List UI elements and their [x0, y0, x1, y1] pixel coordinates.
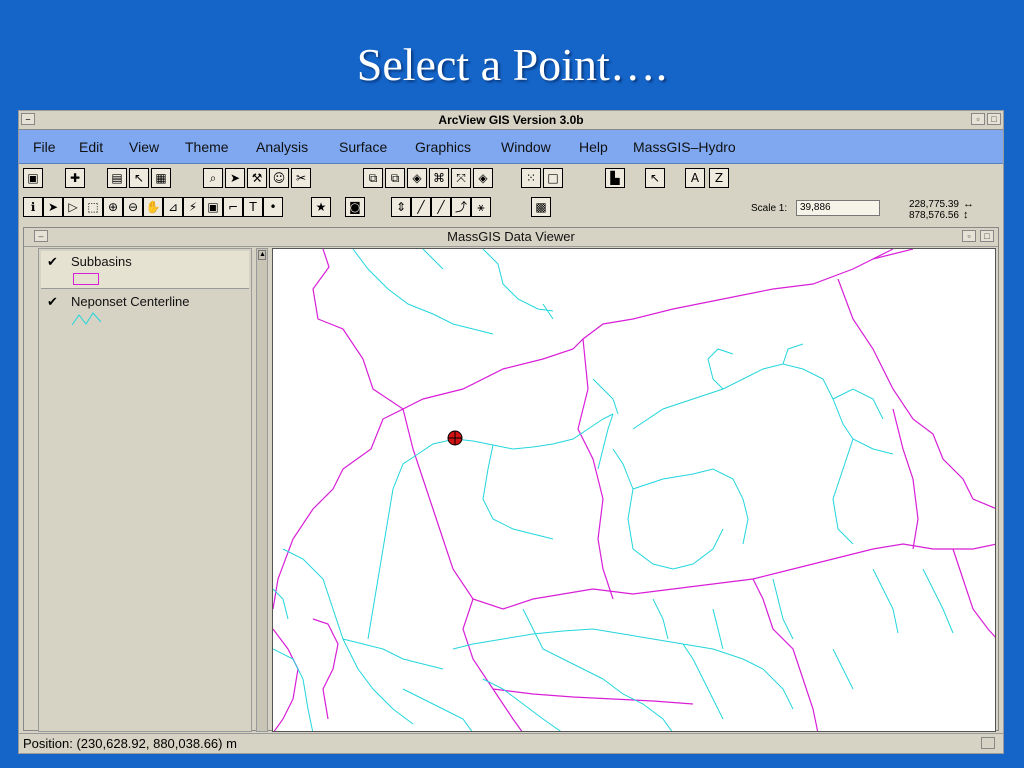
view-menu-button[interactable]: – [34, 230, 48, 242]
layer-neponset-centerline[interactable]: ✔ Neponset Centerline [41, 291, 249, 329]
menu-view[interactable]: View [129, 139, 159, 155]
checkmark-icon[interactable]: ✔ [47, 254, 58, 270]
window-titlebar: ArcView GIS Version 3.0b – ▫ □ [19, 111, 1003, 130]
view-title: MassGIS Data Viewer [447, 229, 575, 244]
position-readout: Position: (230,628.92, 880,038.66) m [23, 736, 237, 751]
draw-line-icon[interactable]: ╱ [411, 197, 431, 217]
view-window: MassGIS Data Viewer – ▫ □ ✔ Subbasins ✔ … [23, 227, 999, 732]
minimize-button[interactable]: ▫ [971, 113, 985, 125]
locate-address-icon[interactable]: ➤ [225, 168, 245, 188]
pan-icon[interactable]: ✋ [143, 197, 163, 217]
menu-theme[interactable]: Theme [185, 139, 229, 155]
identify-icon[interactable]: ℹ [23, 197, 43, 217]
select-feature-icon[interactable]: ⬚ [83, 197, 103, 217]
find-icon[interactable]: ⌕ [203, 168, 223, 188]
star-icon[interactable]: ★ [311, 197, 331, 217]
view-maximize-button[interactable]: □ [980, 230, 994, 242]
hotlink-tool-icon[interactable]: ⚡ [183, 197, 203, 217]
open-table-icon[interactable]: ▦ [151, 168, 171, 188]
watershed-icon[interactable]: ⚹ [471, 197, 491, 217]
checkmark-icon[interactable]: ✔ [47, 294, 58, 310]
query-builder-icon[interactable]: ⚒ [247, 168, 267, 188]
x-coordinate: 228,775.39 [908, 199, 959, 210]
clear-selection-icon[interactable]: □ [543, 168, 563, 188]
menu-help[interactable]: Help [579, 139, 608, 155]
menu-file[interactable]: File [33, 139, 56, 155]
profile-icon[interactable]: ⇕ [391, 197, 411, 217]
theme-properties-icon[interactable]: ▤ [107, 168, 127, 188]
scale-input[interactable]: 39,886 [796, 200, 880, 216]
create-chart-icon[interactable]: ▙ [605, 168, 625, 188]
area-of-interest-icon[interactable]: ▣ [203, 197, 223, 217]
cut-icon[interactable]: ✂ [291, 168, 311, 188]
zoom-previous-icon[interactable]: ◈ [473, 168, 493, 188]
window-title: ArcView GIS Version 3.0b [438, 113, 584, 127]
flow-path-icon[interactable]: ⤴ [451, 197, 471, 217]
zoom-to-selected-icon[interactable]: ◈ [407, 168, 427, 188]
button-bar: ▣ ✚ ▤ ↖ ▦ ⌕ ➤ ⚒ ☺ ✂ ⧉ ⧉ ◈ ⌘ ⤧ ◈ ⁙ □ ▙ ↖ … [19, 168, 1003, 194]
zoom-to-active-icon[interactable]: ⧉ [385, 168, 405, 188]
y-coordinate: 878,576.56 [908, 210, 959, 221]
view-minimize-button[interactable]: ▫ [962, 230, 976, 242]
zoom-to-themes-icon[interactable]: ⧉ [363, 168, 383, 188]
map-display[interactable] [272, 248, 996, 732]
menu-bar: File Edit View Theme Analysis Surface Gr… [19, 130, 1003, 164]
map-canvas[interactable] [273, 249, 996, 732]
zoom-out-icon[interactable]: ⊖ [123, 197, 143, 217]
polygon-symbol [73, 273, 99, 285]
layer-name: Neponset Centerline [71, 294, 190, 309]
stream-network [273, 249, 954, 731]
menu-window[interactable]: Window [501, 139, 551, 155]
layer-subbasins[interactable]: ✔ Subbasins [41, 251, 249, 289]
menu-massgis-hydro[interactable]: MassGIS–Hydro [633, 139, 736, 155]
scale-label: Scale 1: [751, 203, 788, 214]
maximize-button[interactable]: □ [987, 113, 1001, 125]
text-tool-button[interactable]: T [243, 197, 263, 217]
help-pointer-icon[interactable]: ↖ [645, 168, 665, 188]
status-bar: Position: (230,628.92, 880,038.66) m [19, 733, 1003, 753]
toc-scrollbar[interactable]: ▲ [256, 248, 268, 732]
window-menu-button[interactable]: – [21, 113, 35, 125]
table-of-contents: ✔ Subbasins ✔ Neponset Centerline [38, 248, 252, 732]
sort-descending-button[interactable]: Z [709, 168, 729, 188]
menu-graphics[interactable]: Graphics [415, 139, 471, 155]
vertex-edit-icon[interactable]: ▷ [63, 197, 83, 217]
sort-ascending-button[interactable]: A [685, 168, 705, 188]
resize-grip-icon[interactable] [981, 737, 995, 749]
label-icon[interactable]: ⌐ [223, 197, 243, 217]
menu-edit[interactable]: Edit [79, 139, 103, 155]
vertical-arrow-icon: ↕ [963, 209, 969, 221]
selected-point-icon[interactable] [447, 430, 463, 446]
slide-title: Select a Point…. [356, 39, 668, 90]
view-titlebar: MassGIS Data Viewer – ▫ □ [24, 228, 998, 247]
draw-point-icon[interactable]: • [263, 197, 283, 217]
grid-texture-icon[interactable]: ▩ [531, 197, 551, 217]
zoom-in-fixed-icon[interactable]: ⌘ [429, 168, 449, 188]
pointer-icon[interactable]: ➤ [43, 197, 63, 217]
zoom-out-fixed-icon[interactable]: ⤧ [451, 168, 471, 188]
save-icon[interactable]: ▣ [23, 168, 43, 188]
camera-icon[interactable]: ◙ [345, 197, 365, 217]
add-theme-icon[interactable]: ✚ [65, 168, 85, 188]
scroll-up-icon[interactable]: ▲ [258, 250, 266, 260]
subbasin-boundaries [273, 249, 995, 731]
line-symbol [71, 312, 102, 326]
menu-analysis[interactable]: Analysis [256, 139, 308, 155]
select-by-theme-icon[interactable]: ⁙ [521, 168, 541, 188]
menu-surface[interactable]: Surface [339, 139, 387, 155]
draw-line-of-sight-icon[interactable]: ╱ [431, 197, 451, 217]
measure-icon[interactable]: ⊿ [163, 197, 183, 217]
zoom-in-icon[interactable]: ⊕ [103, 197, 123, 217]
edit-legend-icon[interactable]: ↖ [129, 168, 149, 188]
hotlink-icon[interactable]: ☺ [269, 168, 289, 188]
arcview-window: ArcView GIS Version 3.0b – ▫ □ File Edit… [18, 110, 1004, 754]
layer-name: Subbasins [71, 254, 132, 269]
